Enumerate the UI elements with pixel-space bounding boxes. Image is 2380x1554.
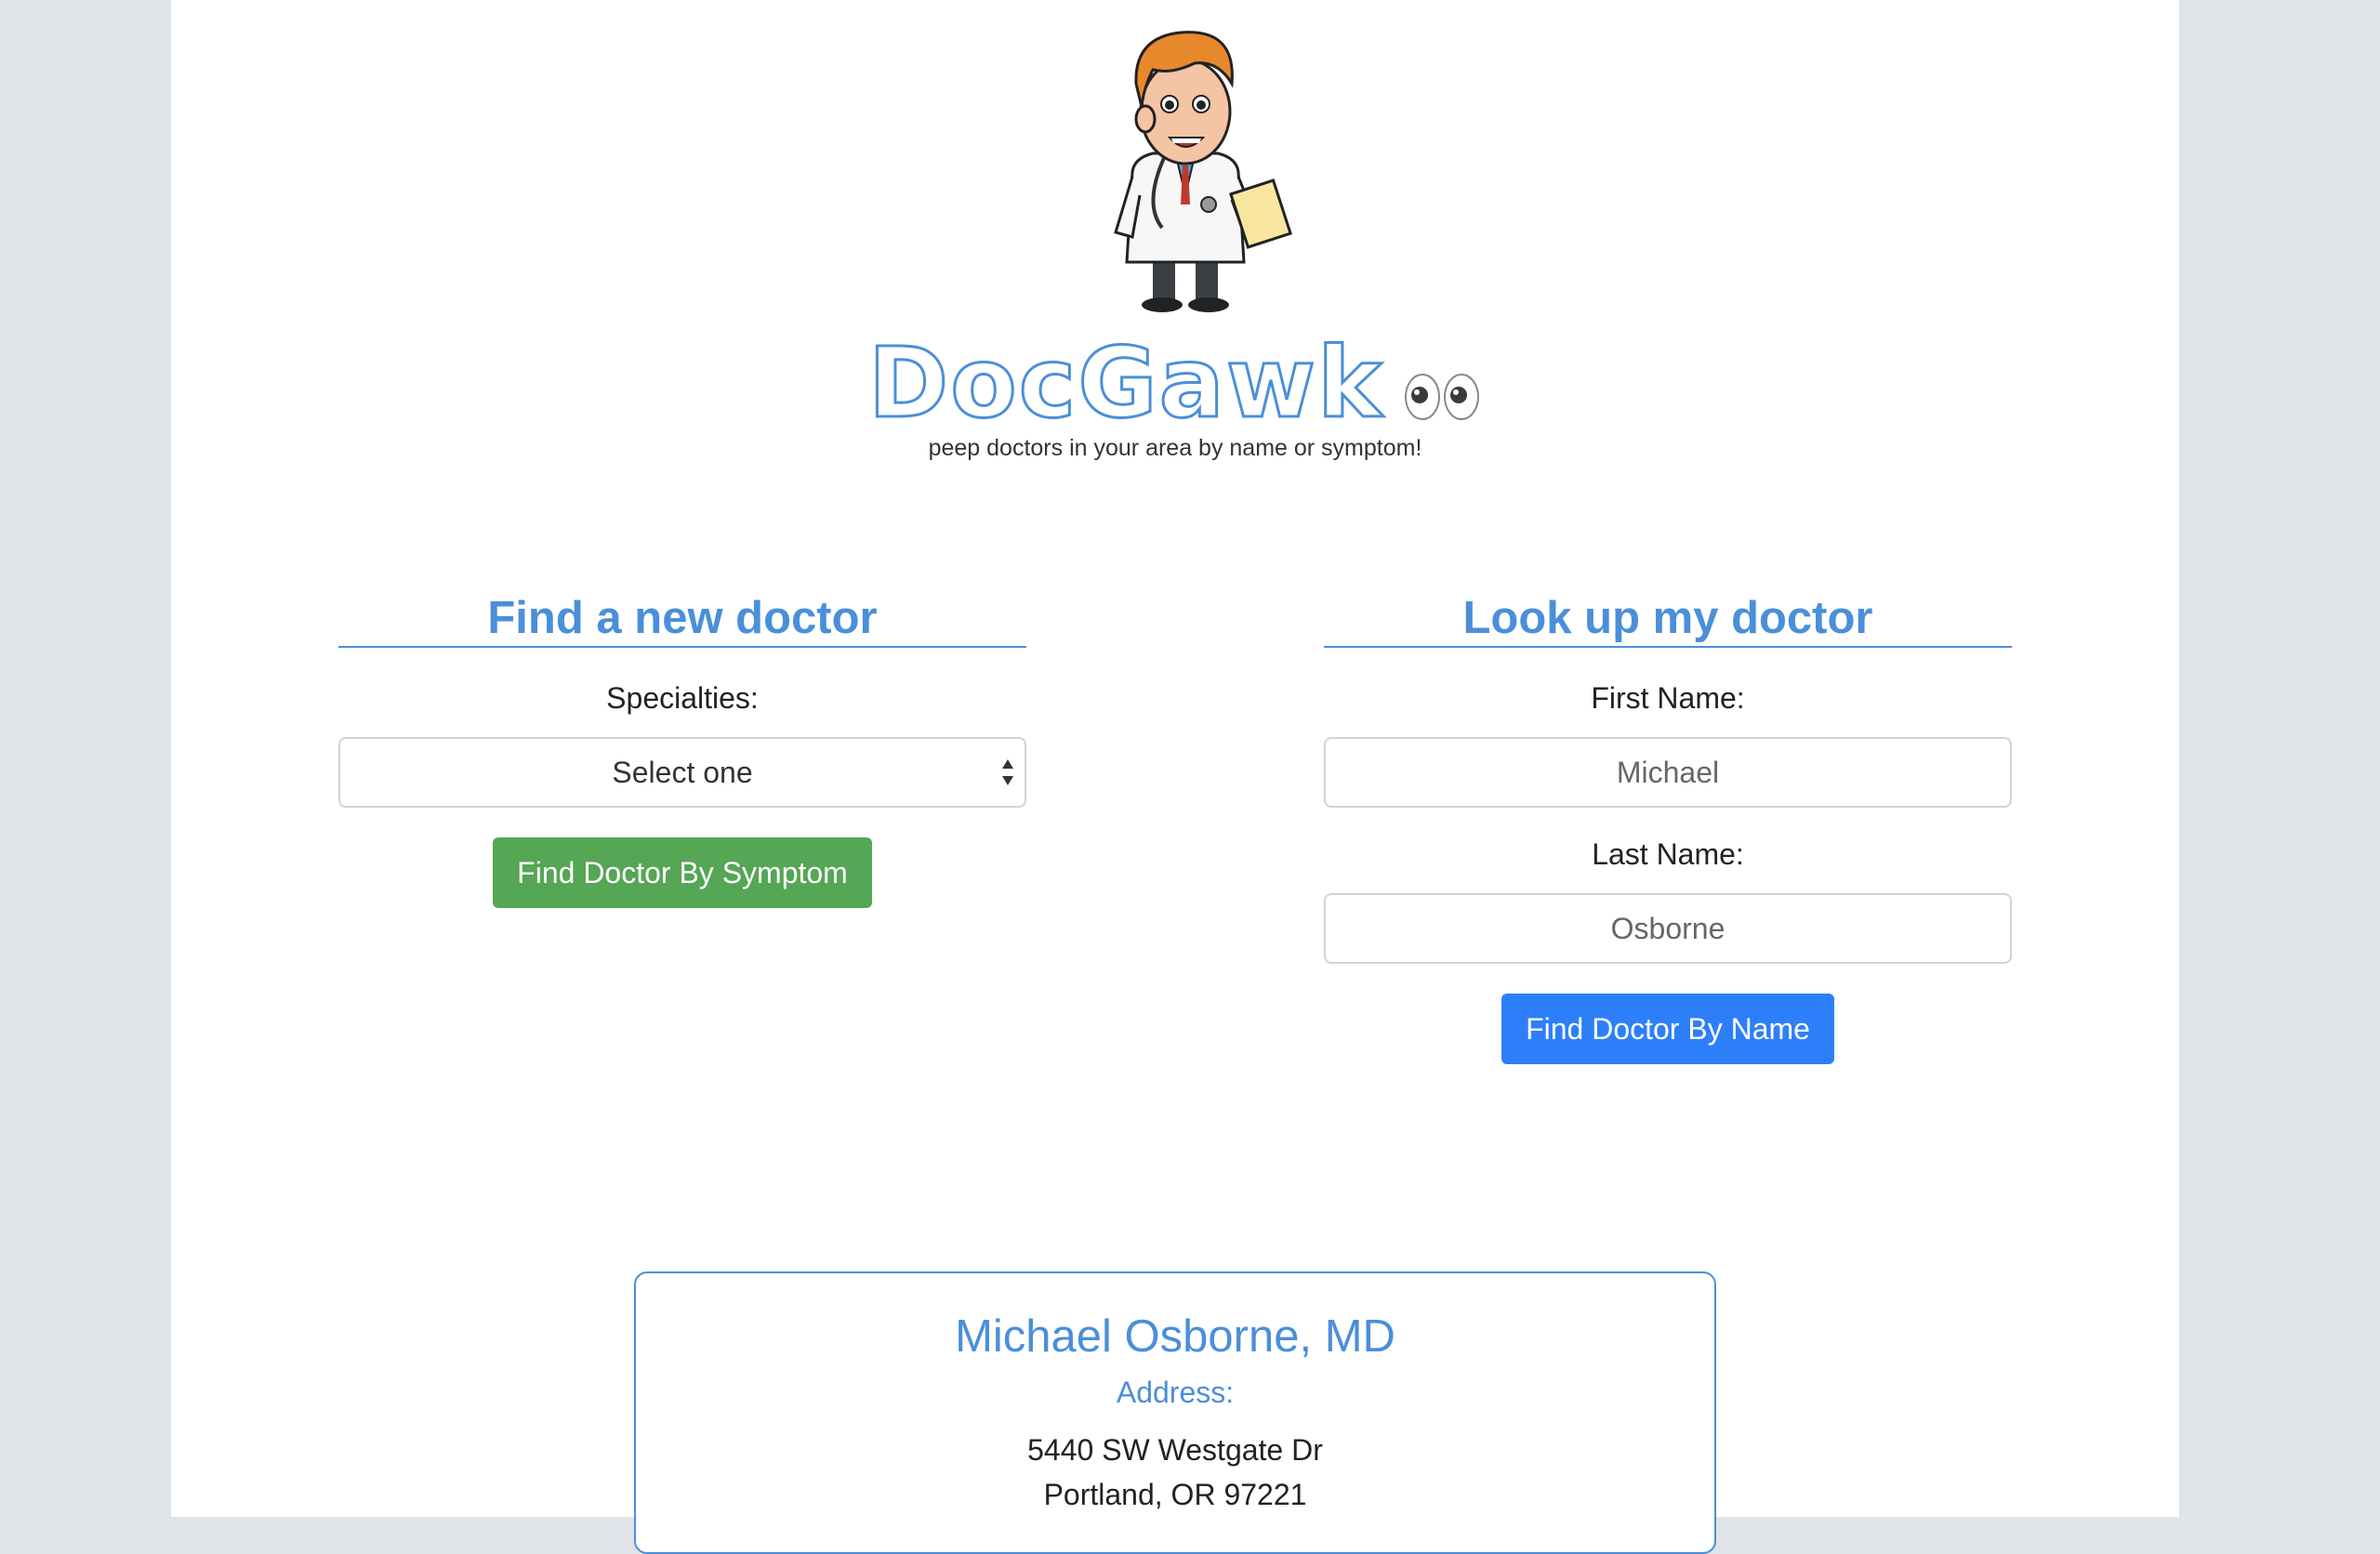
eyes-emoji-icon	[1404, 373, 1482, 421]
tagline: peep doctors in your area by name or sym…	[928, 435, 1422, 461]
logo-row: DocGawk	[171, 325, 2179, 441]
first-name-field[interactable]: Michael	[1324, 737, 2012, 808]
doctor-mascot-icon	[1114, 31, 1292, 312]
lookup-doctor-title: Look up my doctor	[1324, 590, 2012, 648]
doctor-name: Michael Osborne, MD	[955, 1311, 1395, 1362]
last-name-label: Last Name:	[1592, 837, 1744, 871]
address-label: Address:	[1116, 1376, 1235, 1409]
app-logo-text: DocGawk	[866, 325, 1384, 441]
doctor-result-card: Michael Osborne, MD Address: 5440 SW Wes…	[634, 1271, 1716, 1554]
specialties-select-value: Select one	[612, 755, 753, 789]
specialties-label: Specialties:	[606, 681, 759, 715]
address-line-2: Portland, OR 97221	[1043, 1478, 1307, 1511]
find-by-name-button[interactable]: Find Doctor By Name	[1501, 994, 1834, 1064]
last-name-field[interactable]: Osborne	[1324, 893, 2012, 964]
find-by-symptom-button[interactable]: Find Doctor By Symptom	[493, 837, 872, 908]
page-container: DocGawk peep doctors in your area by nam…	[171, 0, 2179, 1554]
find-new-doctor-title: Find a new doctor	[338, 590, 1026, 648]
select-arrows-icon	[1002, 759, 1013, 785]
header: DocGawk peep doctors in your area by nam…	[171, 0, 2179, 502]
first-name-label: First Name:	[1591, 681, 1745, 715]
lookup-doctor-section: Look up my doctor First Name: Michael La…	[1324, 590, 2012, 1064]
find-new-doctor-section: Find a new doctor Specialties: Select on…	[338, 590, 1026, 908]
address-line-1: 5440 SW Westgate Dr	[1027, 1433, 1323, 1467]
specialties-select[interactable]: Select one	[338, 737, 1026, 808]
